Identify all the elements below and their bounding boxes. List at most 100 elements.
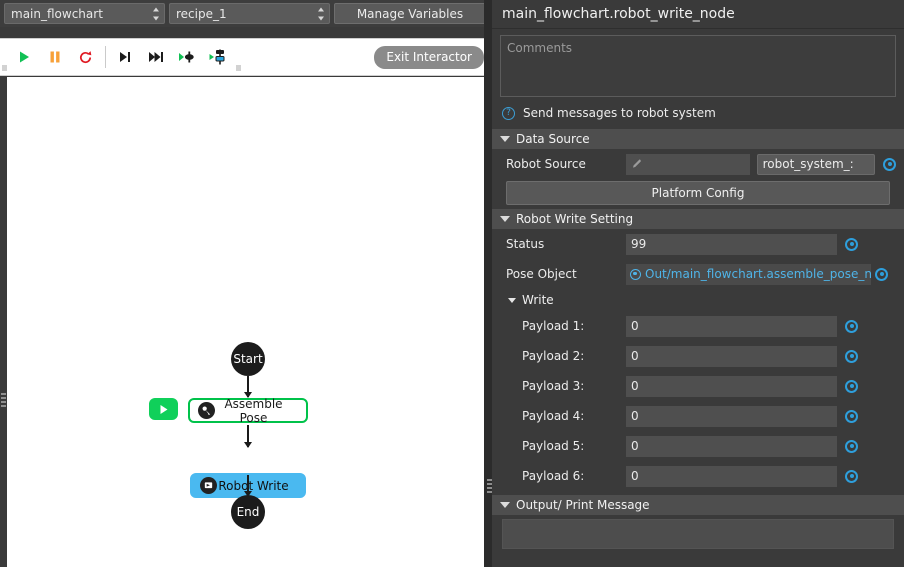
comments-textarea[interactable]: Comments — [500, 35, 896, 97]
toolbar-drag-handle[interactable] — [0, 39, 8, 75]
payload-6-bind-toggle[interactable] — [845, 469, 858, 483]
payload-3-bind-toggle[interactable] — [845, 379, 858, 393]
payload-6-input[interactable]: 0 — [626, 465, 837, 487]
chevron-down-icon — [508, 297, 516, 303]
run-to-device-icon — [209, 49, 224, 65]
pose-object-bind-toggle[interactable] — [875, 267, 888, 281]
robot-source-label: Robot Source — [506, 157, 586, 171]
reset-button[interactable] — [70, 42, 101, 72]
selector-toolbar: main_flowchart recipe_1 Manage Variables — [0, 0, 490, 27]
flowchart-edge-robotwrite-end — [244, 475, 252, 497]
chevron-updown-icon — [152, 7, 159, 20]
flowchart-node-end-label: End — [236, 505, 260, 519]
pause-icon — [50, 51, 59, 63]
flowchart-node-start[interactable]: Start — [231, 342, 265, 376]
payload-4-bind-toggle[interactable] — [845, 409, 858, 423]
run-from-here-button[interactable] — [149, 398, 178, 420]
exit-interactor-button[interactable]: Exit Interactor — [374, 45, 484, 69]
row-pose-object: Pose Object Out/main_flowchart.assemble_… — [492, 259, 904, 289]
robot-source-input[interactable] — [626, 153, 750, 175]
payload-2-bind-toggle[interactable] — [845, 349, 858, 363]
flowchart-select[interactable]: main_flowchart — [4, 3, 165, 24]
flowchart-node-assemble-pose-label: Assemble Pose — [224, 396, 283, 425]
pose-node-icon — [198, 402, 215, 419]
row-status: Status 99 — [492, 229, 904, 259]
robot-write-node-icon — [200, 477, 217, 494]
step-over-icon — [120, 52, 130, 62]
run-to-node-button[interactable] — [172, 42, 203, 72]
payload-2-input[interactable]: 0 — [626, 345, 837, 367]
section-header-data-source[interactable]: Data Source — [492, 129, 904, 149]
reference-dot-icon — [630, 268, 641, 280]
flowchart-canvas[interactable]: Start Assemble Pose Robot Write End — [0, 77, 490, 567]
payload-5-bind-toggle[interactable] — [845, 439, 858, 453]
payload-1-input[interactable]: 0 — [626, 315, 837, 337]
platform-config-button[interactable]: Platform Config — [506, 181, 890, 205]
section-header-robot-write-setting[interactable]: Robot Write Setting — [492, 209, 904, 229]
recipe-select[interactable]: recipe_1 — [169, 3, 330, 24]
node-help-row: ? Send messages to robot system — [492, 101, 904, 125]
section-header-output-print-message[interactable]: Output/ Print Message — [492, 495, 904, 515]
node-properties-panel: main_flowchart.robot_write_node Comments… — [492, 0, 904, 567]
canvas-gutter-handle[interactable] — [0, 387, 7, 413]
payload-2-label: Payload 2: — [522, 349, 585, 363]
flowchart-node-start-label: Start — [233, 352, 263, 366]
payload-4-input[interactable]: 0 — [626, 405, 837, 427]
payload-3-input[interactable]: 0 — [626, 375, 837, 397]
subsection-header-write[interactable]: Write — [492, 289, 904, 311]
toolbar-divider — [105, 46, 106, 68]
robot-source-select[interactable]: robot_system_: — [756, 153, 875, 175]
robot-source-bind-toggle[interactable] — [883, 157, 896, 171]
flowchart-node-assemble-pose[interactable]: Assemble Pose — [188, 396, 308, 425]
flowchart-node-robot-write-label: Robot Write — [218, 478, 289, 493]
flowchart-editor-panel: main_flowchart recipe_1 Manage Variables — [0, 0, 490, 567]
pose-object-value: Out/main_flowchart.assemble_pose_n — [645, 267, 871, 281]
output-print-message-input[interactable] — [502, 519, 894, 549]
question-icon: ? — [502, 106, 515, 120]
pipette-icon — [630, 158, 642, 173]
step-controls — [110, 39, 234, 75]
application-window: main_flowchart recipe_1 Manage Variables — [0, 0, 904, 567]
row-payload-4: Payload 4: 0 — [492, 401, 904, 431]
status-input[interactable]: 99 — [626, 233, 837, 255]
payload-5-label: Payload 5: — [522, 439, 585, 453]
canvas-left-gutter — [0, 77, 7, 567]
flowchart-edge-start-assemble — [244, 376, 252, 398]
payload-3-label: Payload 3: — [522, 379, 585, 393]
payload-5-input[interactable]: 0 — [626, 435, 837, 457]
play-button[interactable] — [8, 42, 39, 72]
payload-6-label: Payload 6: — [522, 469, 585, 483]
status-bind-toggle[interactable] — [845, 237, 858, 251]
recipe-select-value: recipe_1 — [176, 6, 227, 21]
play-node-icon — [160, 404, 168, 414]
payload-1-bind-toggle[interactable] — [845, 319, 858, 333]
run-to-device-button[interactable] — [203, 42, 234, 72]
section-title-robot-write-setting: Robot Write Setting — [516, 212, 634, 226]
row-payload-3: Payload 3: 0 — [492, 371, 904, 401]
playback-controls — [8, 39, 101, 75]
section-title-output-print-message: Output/ Print Message — [516, 498, 650, 512]
node-help-text: Send messages to robot system — [523, 106, 716, 120]
toolbar-drag-handle-2[interactable] — [234, 39, 242, 75]
section-title-data-source: Data Source — [516, 132, 590, 146]
play-icon — [19, 51, 29, 63]
pause-button[interactable] — [39, 42, 70, 72]
payload-1-label: Payload 1: — [522, 319, 585, 333]
chevron-down-icon — [500, 502, 510, 508]
node-title: main_flowchart.robot_write_node — [492, 0, 904, 29]
step-forward-icon — [149, 52, 163, 62]
subsection-title-write: Write — [522, 293, 554, 307]
step-over-button[interactable] — [110, 42, 141, 72]
row-payload-2: Payload 2: 0 — [492, 341, 904, 371]
step-forward-button[interactable] — [141, 42, 172, 72]
row-payload-5: Payload 5: 0 — [492, 431, 904, 461]
payload-4-label: Payload 4: — [522, 409, 585, 423]
chevron-down-icon — [500, 136, 510, 142]
manage-variables-button[interactable]: Manage Variables — [334, 3, 486, 24]
row-robot-source: Robot Source robot_system_: — [492, 149, 904, 179]
pose-object-reference[interactable]: Out/main_flowchart.assemble_pose_n — [626, 263, 871, 285]
reload-icon — [79, 50, 92, 63]
row-payload-1: Payload 1: 0 — [492, 311, 904, 341]
row-payload-6: Payload 6: 0 — [492, 461, 904, 491]
flowchart-node-end[interactable]: End — [231, 495, 265, 529]
